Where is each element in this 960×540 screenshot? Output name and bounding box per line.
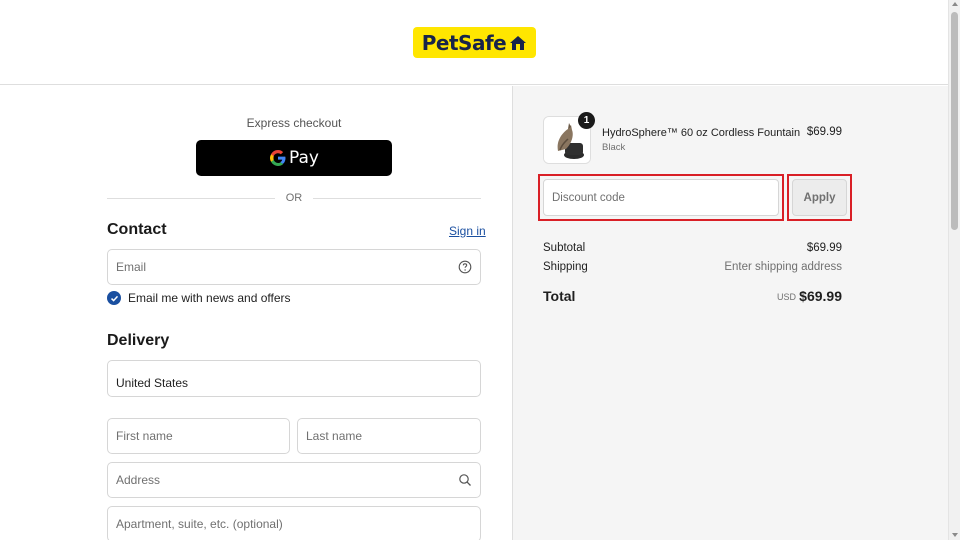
address-field[interactable]: Address <box>107 462 481 498</box>
petsafe-logo[interactable]: PetSafe <box>413 27 536 58</box>
express-checkout-label: Express checkout <box>246 116 342 130</box>
scroll-down-arrow-icon[interactable] <box>952 533 958 537</box>
country-value: United States <box>116 375 189 390</box>
order-summary: 1 HydroSphere™ 60 oz Cordless Fountain B… <box>512 86 948 540</box>
google-icon <box>270 150 286 166</box>
subtotal-label: Subtotal <box>543 242 586 254</box>
contact-heading: Contact <box>107 221 167 238</box>
scrollbar-thumb[interactable] <box>951 12 958 230</box>
product-variant: Black <box>602 142 626 153</box>
apply-discount-button[interactable]: Apply <box>792 179 847 216</box>
sign-in-link[interactable]: Sign in <box>449 224 486 238</box>
house-icon <box>510 35 527 50</box>
email-placeholder: Email <box>116 260 147 274</box>
apartment-field[interactable]: Apartment, suite, etc. (optional) <box>107 506 481 540</box>
first-name-placeholder: First name <box>116 429 173 443</box>
or-divider: OR <box>107 192 481 206</box>
newsletter-checkbox[interactable] <box>107 291 121 305</box>
delivery-heading: Delivery <box>107 332 170 349</box>
country-select[interactable]: United States <box>107 360 481 397</box>
cart-line-item: 1 HydroSphere™ 60 oz Cordless Fountain B… <box>543 112 843 166</box>
shipping-label: Shipping <box>543 261 588 273</box>
currency-code: USD <box>776 292 796 302</box>
first-name-field[interactable]: First name <box>107 418 290 454</box>
divider-line <box>313 198 481 199</box>
address-placeholder: Address <box>116 473 161 487</box>
site-header: PetSafe <box>0 0 948 85</box>
shipping-value: Enter shipping address <box>724 261 842 273</box>
total-label: Total <box>543 288 576 304</box>
search-icon[interactable] <box>458 473 472 487</box>
apartment-placeholder: Apartment, suite, etc. (optional) <box>116 517 283 531</box>
logo-text: PetSafe <box>421 30 507 55</box>
discount-highlight: Discount code <box>538 174 784 221</box>
last-name-placeholder: Last name <box>306 429 363 443</box>
scroll-up-arrow-icon[interactable] <box>952 2 958 6</box>
last-name-field[interactable]: Last name <box>297 418 481 454</box>
page-scrollbar[interactable] <box>948 0 960 540</box>
checkmark-icon <box>110 295 118 302</box>
help-icon[interactable] <box>458 260 472 274</box>
discount-code-field[interactable]: Discount code <box>543 179 779 216</box>
product-name: HydroSphere™ 60 oz Cordless Fountain <box>602 127 801 139</box>
email-field[interactable]: Email <box>107 249 481 285</box>
newsletter-option[interactable]: Email me with news and offers <box>107 291 291 305</box>
product-price: $69.99 <box>806 126 842 138</box>
subtotal-value: $69.99 <box>806 242 842 254</box>
google-pay-button[interactable]: Pay <box>196 140 392 176</box>
total-value: $69.99 <box>799 288 842 304</box>
apply-highlight: Apply <box>787 174 852 221</box>
quantity-badge: 1 <box>578 112 595 129</box>
discount-placeholder: Discount code <box>552 191 625 204</box>
newsletter-label: Email me with news and offers <box>128 291 291 305</box>
checkout-form: Express checkout Pay OR Contact Sign in … <box>0 86 512 540</box>
gpay-label: Pay <box>289 148 319 168</box>
